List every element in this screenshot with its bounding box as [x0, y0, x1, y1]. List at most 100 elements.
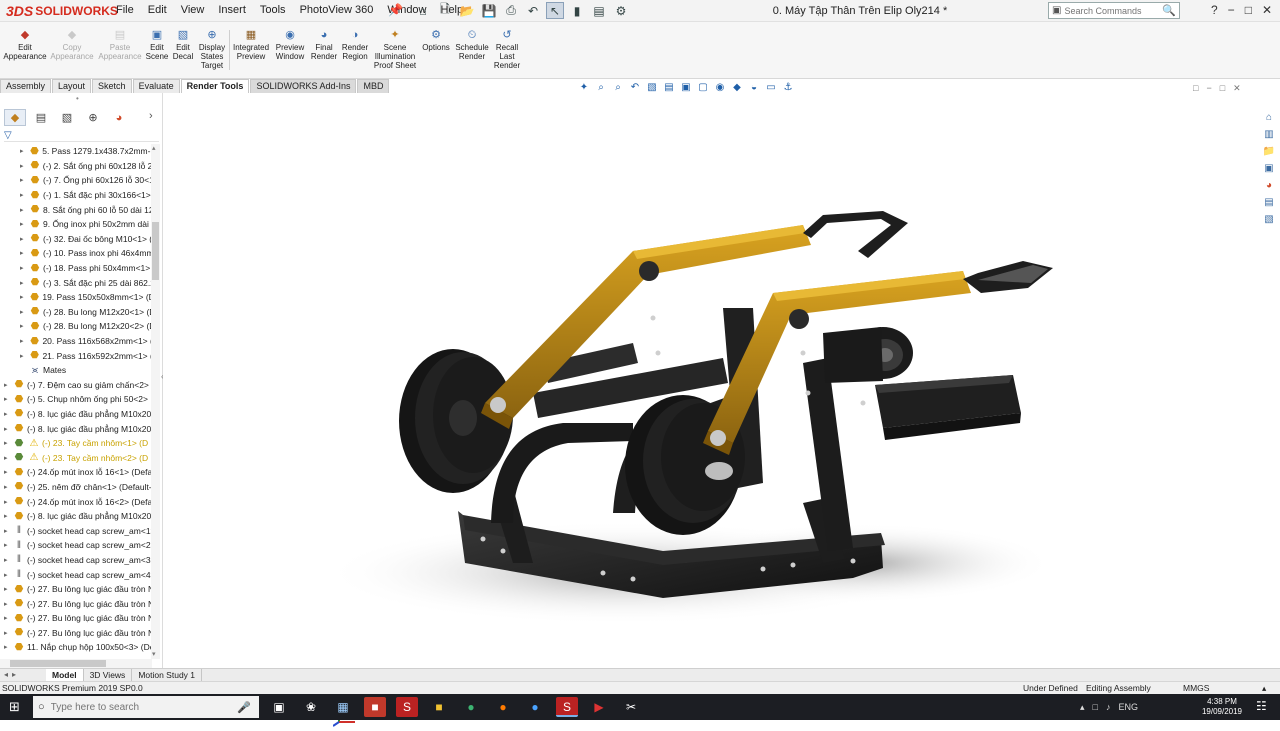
windows-start-icon[interactable]: ⊞ [9, 700, 23, 714]
close-icon[interactable]: ✕ [1262, 3, 1272, 17]
search-commands-input[interactable] [1064, 5, 1160, 16]
expand-arrow-icon[interactable]: ▸ [4, 614, 12, 622]
network-icon[interactable]: □ [1093, 702, 1098, 712]
filter-icon[interactable]: ▽ [4, 130, 12, 141]
tree-item[interactable]: ▸ ‖ (-) socket head cap screw_am<4> [0, 567, 156, 582]
magnifier-icon[interactable]: 🔍 [1162, 4, 1176, 17]
property-manager-tab-icon[interactable]: ▤ [30, 109, 52, 126]
solidworks-active-app-icon[interactable]: S [556, 697, 578, 717]
expand-arrow-icon[interactable]: ▸ [20, 293, 28, 301]
tab-3d-views[interactable]: 3D Views [84, 669, 133, 681]
menu-file[interactable]: File [116, 4, 134, 16]
tree-item[interactable]: ▸ ⬣ (-) 1. Sắt đặc phi 30x166<1> ( [0, 188, 156, 203]
undo-icon[interactable]: ↶ [524, 2, 542, 19]
tree-item[interactable]: ▸ ⬣ (-) 27. Bu lông lục giác đầu tròn N [0, 626, 156, 641]
tree-horizontal-scrollbar[interactable] [0, 659, 152, 668]
tree-item[interactable]: ▸ ⬣ (-) 28. Bu long M12x20<1> (D [0, 305, 156, 320]
pdf-viewer-icon[interactable]: ▶ [588, 697, 610, 717]
configuration-manager-tab-icon[interactable]: ▧ [56, 109, 78, 126]
zalo-icon[interactable]: ● [524, 697, 546, 717]
tab-model[interactable]: Model [46, 669, 84, 681]
tab-solidworks-addins[interactable]: SOLIDWORKS Add-Ins [250, 79, 357, 93]
paste-appearance-button[interactable]: ▤ Paste Appearance [98, 28, 142, 61]
tray-overflow-icon[interactable]: ▴ [1080, 702, 1085, 713]
tree-item[interactable]: ▸ ⬣ (-) 2. Sắt ống phi 60x128 lỗ 25 [0, 159, 156, 174]
tab-assembly[interactable]: Assembly [0, 79, 52, 93]
select-cursor-icon[interactable]: ↖ [546, 2, 564, 19]
expand-arrow-icon[interactable]: ▸ [4, 600, 12, 608]
edit-appearance-button[interactable]: ◆ Edit Appearance [3, 28, 47, 61]
expand-arrow-icon[interactable]: ▸ [20, 279, 28, 287]
expand-arrow-icon[interactable]: ▸ [4, 410, 12, 418]
expand-arrow-icon[interactable]: ▸ [20, 147, 28, 155]
microphone-icon[interactable]: 🎤 [237, 701, 251, 714]
solidworks-logo[interactable]: 3DS SOLIDWORKS [6, 3, 118, 19]
render-region-button[interactable]: ◑ Render Region [341, 28, 369, 61]
tree-item[interactable]: ▸ ⬣ 5. Pass 1279.1x438.7x2mm-1< [0, 144, 156, 159]
expand-arrow-icon[interactable]: ▸ [4, 498, 12, 506]
dimxpert-tab-icon[interactable]: ⊕ [82, 109, 104, 126]
tree-item[interactable]: ▸ ⬣ (-) 32. Đai ốc bông M10<1> ( [0, 232, 156, 247]
tree-item[interactable]: ▸ ‖ (-) socket head cap screw_am<3> [0, 553, 156, 568]
open-folder-icon[interactable]: 📂 [458, 2, 476, 19]
search-commands-box[interactable]: ▣ 🔍 [1048, 2, 1180, 19]
expand-arrow-icon[interactable]: ▸ [4, 425, 12, 433]
tree-item[interactable]: ▸ ‖ (-) socket head cap screw_am<1> [0, 523, 156, 538]
expand-arrow-icon[interactable]: ▸ [4, 395, 12, 403]
volume-icon[interactable]: ♪ [1106, 702, 1111, 712]
feature-tree-tab-icon[interactable]: ◆ [4, 109, 26, 126]
tree-item[interactable]: ▸ ⬣ (-) 8. lục giác đầu phẳng M10x20 [0, 421, 156, 436]
integrated-preview-button[interactable]: ▦ Integrated Preview [231, 28, 271, 61]
tab-render-tools[interactable]: Render Tools [180, 79, 250, 93]
view-palette-icon[interactable]: ▣ [1262, 162, 1276, 175]
tree-item[interactable]: ▸ ⬣ 20. Pass 116x568x2mm<1> (D [0, 334, 156, 349]
recall-last-render-button[interactable]: ↺ Recall Last Render [492, 28, 522, 70]
expand-arrow-icon[interactable]: ▸ [20, 249, 28, 257]
display-manager-tab-icon[interactable]: ◕ [108, 109, 130, 126]
tab-layout[interactable]: Layout [52, 79, 92, 93]
tree-item[interactable]: ▸ ⬣ 8. Sắt ống phi 60 lỗ 50 dài 12 [0, 202, 156, 217]
keyshot-app-icon[interactable]: ■ [364, 697, 386, 717]
display-states-target-button[interactable]: ⊕ Display States Target [197, 28, 227, 70]
hscrollbar-thumb[interactable] [10, 660, 106, 667]
expand-arrow-icon[interactable]: ▸ [4, 483, 12, 491]
scene-illumination-button[interactable]: ✦ Scene Illumination Proof Sheet [372, 28, 418, 70]
tree-item[interactable]: ▸ ⬣ (-) 3. Sắt đặc phi 25 dài 862.2 [0, 275, 156, 290]
tree-item[interactable]: ▸ ⬣ (-) 8. lục giác đầu phẳng M10x20 [0, 407, 156, 422]
tab-motion-study[interactable]: Motion Study 1 [132, 669, 203, 681]
tree-item[interactable]: ▸ ⬣ (-) 10. Pass inox phi 46x4mm [0, 246, 156, 261]
minimize-icon[interactable]: − [1228, 3, 1235, 17]
expand-arrow-icon[interactable]: ▸ [4, 527, 12, 535]
expand-arrow-icon[interactable]: ▸ [20, 162, 28, 170]
snipping-tool-icon[interactable]: ✂ [620, 697, 642, 717]
file-explorer-icon[interactable]: 📁 [1262, 145, 1276, 158]
schedule-render-button[interactable]: ⏲ Schedule Render [454, 28, 490, 61]
expand-arrow-icon[interactable]: ▸ [20, 308, 28, 316]
options-button[interactable]: ⚙ Options [420, 28, 452, 52]
expand-arrow-icon[interactable]: ▸ [20, 220, 28, 228]
traffic-light-icon[interactable]: ▮ [568, 2, 586, 19]
tree-item[interactable]: ▸ ‖ (-) socket head cap screw_am<2> [0, 538, 156, 553]
bird-app-icon[interactable]: ❀ [300, 697, 322, 717]
task-view-icon[interactable]: ▣ [268, 697, 290, 717]
expand-arrow-icon[interactable]: ▸ [20, 235, 28, 243]
firefox-icon[interactable]: ● [492, 697, 514, 717]
network-app-icon[interactable]: ▦ [332, 697, 354, 717]
tree-item[interactable]: ▸ ⬣ (-) 5. Chụp nhôm ống phi 50<2> [0, 392, 156, 407]
tree-item[interactable]: ▸ ⬣ 11. Nắp chụp hộp 100x50<3> (De [0, 640, 156, 655]
expand-arrow-icon[interactable]: ▸ [20, 352, 28, 360]
menu-view[interactable]: View [181, 4, 205, 16]
expand-arrow-icon[interactable]: ▸ [4, 512, 12, 520]
home-icon[interactable]: ⌂ [414, 2, 432, 19]
pin-menu-icon[interactable]: 📌 [388, 3, 403, 17]
graphics-area[interactable] [163, 93, 1256, 727]
expand-arrow-icon[interactable]: ▸ [4, 381, 12, 389]
print-icon[interactable]: ⎙ [502, 2, 520, 19]
tree-item[interactable]: ▸ ⬣ (-) 8. lục giác đầu phẳng M10x20 [0, 509, 156, 524]
file-properties-icon[interactable]: ▤ [590, 2, 608, 19]
clock[interactable]: 4:38 PM 19/09/2019 [1198, 697, 1246, 717]
tab-sketch[interactable]: Sketch [92, 79, 132, 93]
tree-filter[interactable]: ▽ [4, 129, 159, 142]
tree-item[interactable]: ▸ ⬣ ⚠ (-) 23. Tay cầm nhôm<1> (D [0, 436, 156, 451]
unit-system[interactable]: MMGS [1183, 683, 1209, 693]
